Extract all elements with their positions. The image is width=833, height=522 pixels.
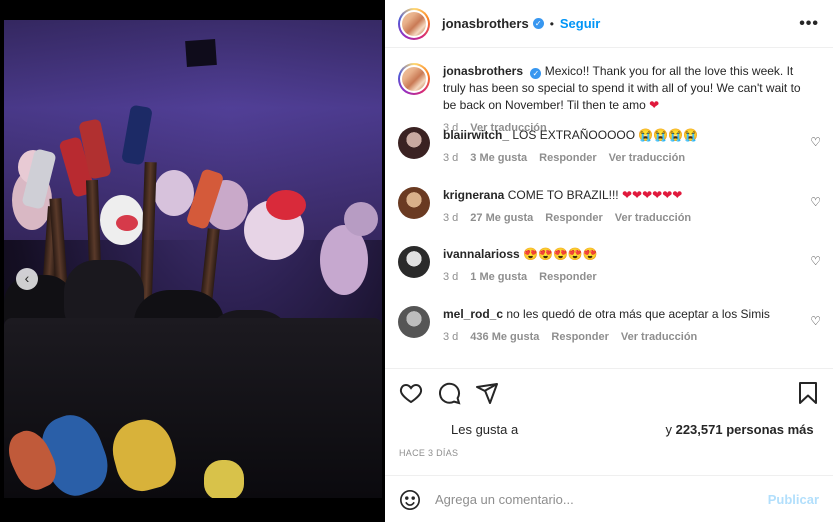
reply-link[interactable]: Responder bbox=[539, 269, 596, 286]
comment-username[interactable]: ivannalarioss bbox=[443, 247, 520, 261]
comment-item: blaiirwitch_ LOS EXTRAÑOOOOO 😭😭😭😭 3 d 3 … bbox=[385, 127, 833, 167]
add-comment-bar: Agrega un comentario... Publicar bbox=[385, 475, 833, 522]
post-time: HACE 3 DÍAS bbox=[399, 448, 459, 458]
comment-likes[interactable]: 3 Me gusta bbox=[470, 150, 527, 167]
carousel-prev-button[interactable]: ‹ bbox=[16, 268, 38, 290]
comment-emoji: 😭😭😭😭 bbox=[638, 128, 699, 142]
more-icon[interactable]: ••• bbox=[799, 15, 819, 33]
comment-emoji: ❤❤❤❤❤❤ bbox=[621, 188, 683, 202]
share-icon[interactable] bbox=[475, 381, 499, 405]
verified-icon: ✓ bbox=[532, 18, 544, 29]
post-modal: ‹ jonasbrothers ✓ • Seguir ••• jonasbrot… bbox=[0, 0, 833, 522]
reply-link[interactable]: Responder bbox=[551, 329, 608, 346]
likes-suffix: y bbox=[665, 422, 672, 437]
dot-separator: • bbox=[549, 16, 554, 31]
comment-item: krignerana COME TO BRAZIL!!! ❤❤❤❤❤❤ 3 d … bbox=[385, 187, 833, 227]
avatar[interactable] bbox=[398, 63, 430, 95]
avatar[interactable] bbox=[398, 7, 430, 40]
comment-text: LOS EXTRAÑOOOOO bbox=[512, 128, 636, 142]
comment-text: COME TO BRAZIL!!! bbox=[507, 188, 619, 202]
reply-link[interactable]: Responder bbox=[539, 150, 596, 167]
translate-link[interactable]: Ver traducción bbox=[609, 150, 685, 167]
caption-username[interactable]: jonasbrothers bbox=[443, 64, 523, 78]
follow-button[interactable]: Seguir bbox=[560, 16, 600, 31]
comments-list[interactable]: jonasbrothers ✓ Mexico!! Thank you for a… bbox=[385, 49, 833, 367]
translate-link[interactable]: Ver traducción bbox=[615, 210, 691, 227]
comment-time: 3 d bbox=[443, 212, 459, 224]
comment-time: 3 d bbox=[443, 152, 459, 164]
comment-username[interactable]: mel_rod_c bbox=[443, 307, 503, 321]
post-image: ‹ bbox=[4, 20, 382, 498]
likes-summary: Les gusta a y 223,571 personas más bbox=[451, 422, 814, 437]
heart-emoji: ❤ bbox=[649, 98, 660, 112]
comment-item: ivannalarioss 😍😍😍😍😍 3 d 1 Me gusta Respo… bbox=[385, 246, 833, 286]
heart-icon[interactable] bbox=[399, 381, 423, 405]
verified-icon: ✓ bbox=[530, 68, 542, 79]
translate-link[interactable]: Ver traducción bbox=[621, 329, 697, 346]
publish-button[interactable]: Publicar bbox=[768, 492, 819, 507]
comment-emoji: 😍😍😍😍😍 bbox=[523, 247, 598, 261]
avatar[interactable] bbox=[398, 187, 430, 219]
comment-likes[interactable]: 27 Me gusta bbox=[470, 210, 533, 227]
heart-icon[interactable]: ♡ bbox=[810, 195, 821, 209]
comment-likes[interactable]: 1 Me gusta bbox=[470, 269, 527, 286]
caption: jonasbrothers ✓ Mexico!! Thank you for a… bbox=[385, 63, 833, 137]
post-header: jonasbrothers ✓ • Seguir ••• bbox=[385, 0, 833, 48]
likes-count[interactable]: 223,571 personas más bbox=[676, 422, 814, 437]
likes-prefix: Les gusta a bbox=[451, 422, 519, 437]
comment-likes[interactable]: 436 Me gusta bbox=[470, 329, 539, 346]
avatar[interactable] bbox=[398, 246, 430, 278]
comment-item: mel_rod_c no les quedó de otra más que a… bbox=[385, 306, 833, 346]
comment-time: 3 d bbox=[443, 271, 459, 283]
heart-icon[interactable]: ♡ bbox=[810, 254, 821, 268]
post-sidebar: jonasbrothers ✓ • Seguir ••• jonasbrothe… bbox=[385, 0, 833, 522]
emoji-icon[interactable] bbox=[399, 489, 421, 511]
chevron-left-icon: ‹ bbox=[24, 270, 30, 286]
comment-input[interactable]: Agrega un comentario... bbox=[435, 492, 574, 507]
heart-icon[interactable]: ♡ bbox=[810, 135, 821, 149]
avatar[interactable] bbox=[398, 127, 430, 159]
comment-time: 3 d bbox=[443, 331, 459, 343]
reply-link[interactable]: Responder bbox=[545, 210, 602, 227]
comment-icon[interactable] bbox=[437, 381, 461, 405]
post-actions: Les gusta a y 223,571 personas más HACE … bbox=[385, 368, 833, 522]
comment-username[interactable]: krignerana bbox=[443, 188, 504, 202]
comment-username[interactable]: blaiirwitch_ bbox=[443, 128, 509, 142]
heart-icon[interactable]: ♡ bbox=[810, 314, 821, 328]
comment-text: no les quedó de otra más que aceptar a l… bbox=[506, 307, 770, 321]
post-username[interactable]: jonasbrothers bbox=[442, 16, 529, 31]
avatar[interactable] bbox=[398, 306, 430, 338]
bookmark-icon[interactable] bbox=[797, 381, 819, 405]
